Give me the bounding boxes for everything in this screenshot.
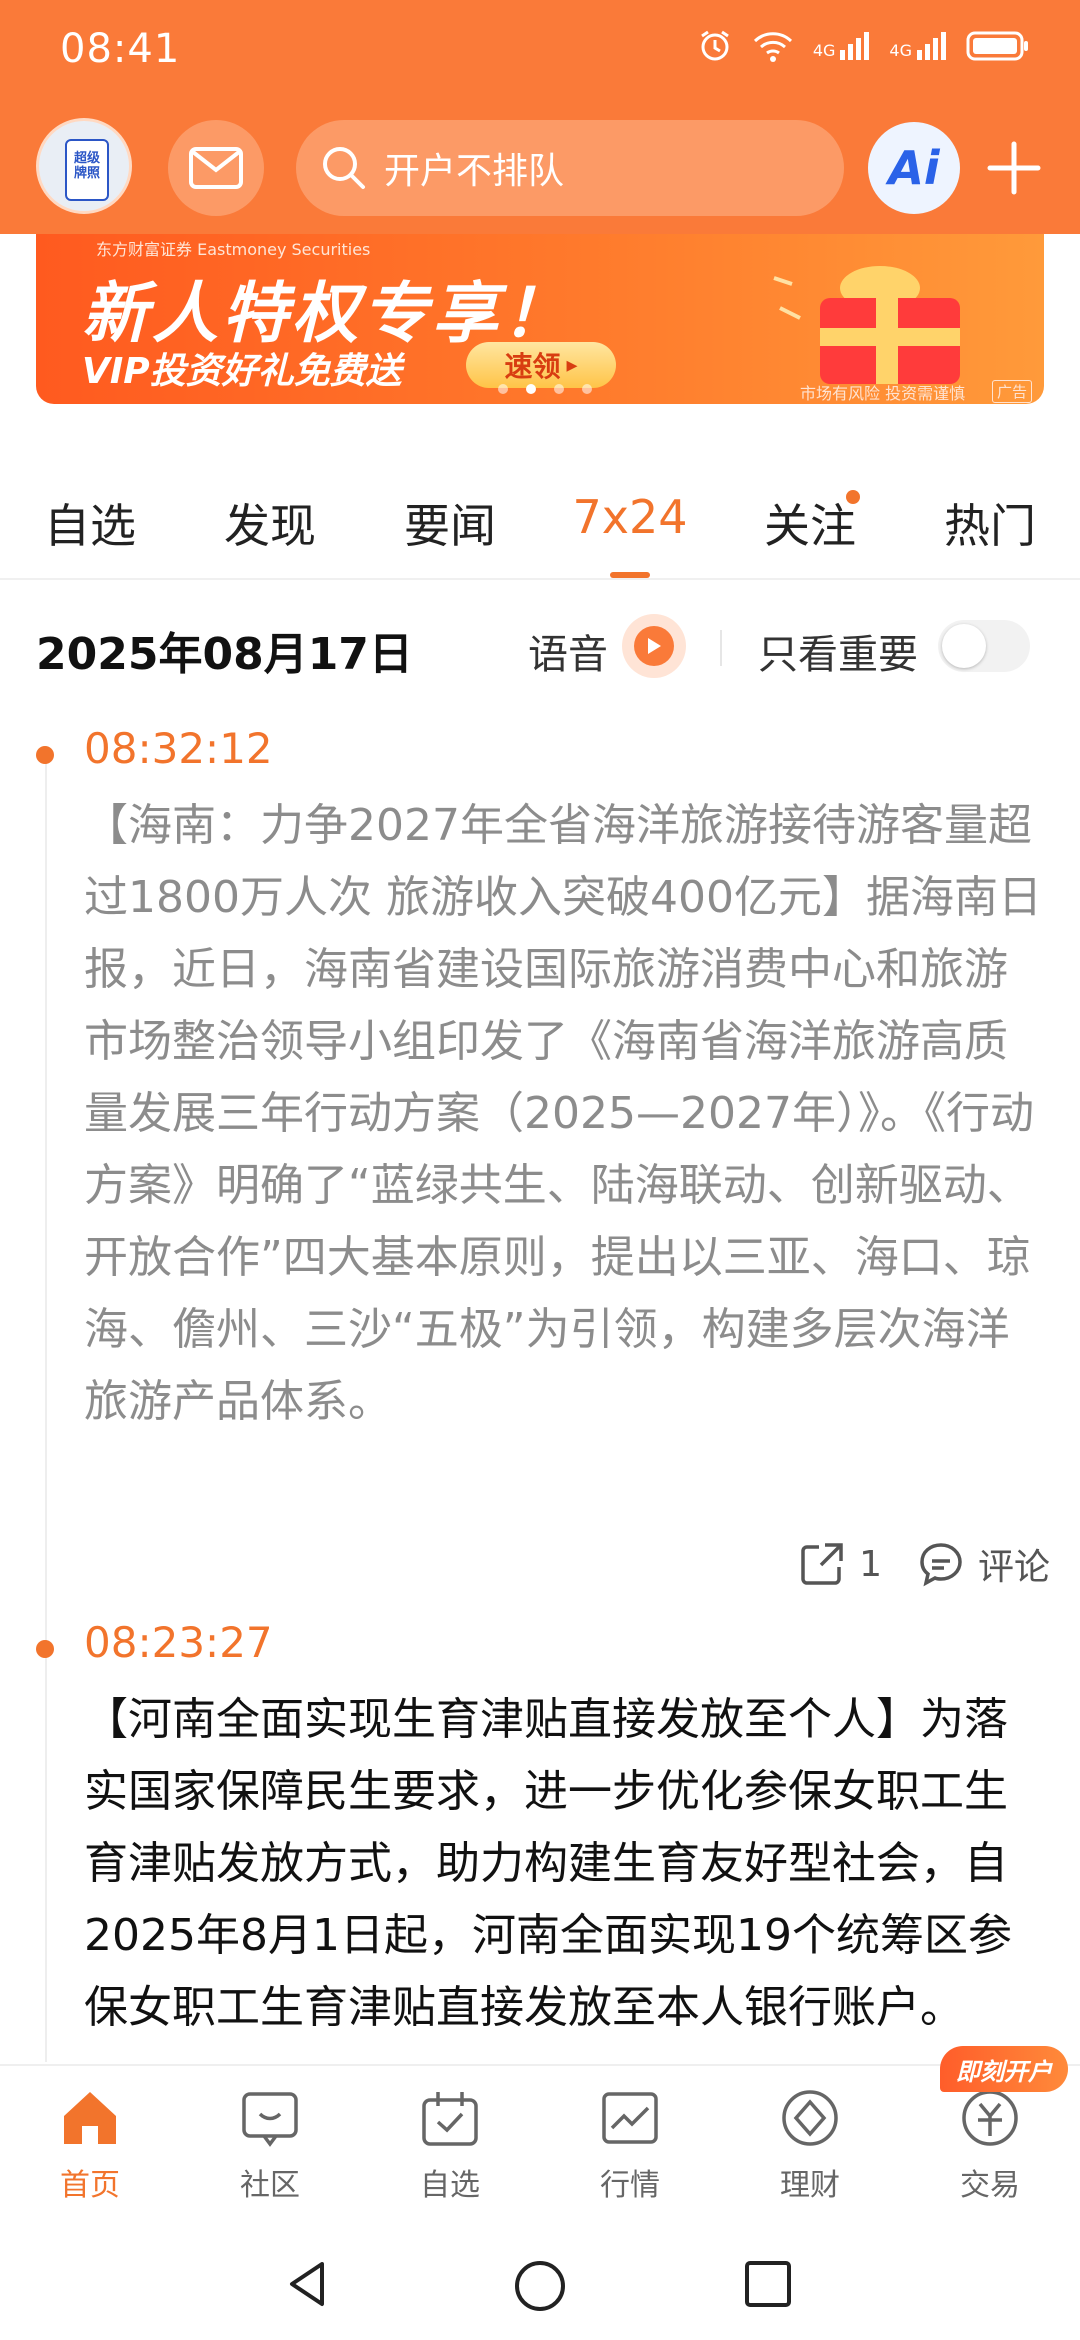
wifi-icon [753, 32, 792, 62]
battery-icon [966, 31, 1028, 61]
voice-label[interactable]: 语音 [528, 622, 608, 680]
home-icon [64, 2092, 116, 2144]
timeline-dot [36, 746, 54, 764]
important-only-label: 只看重要 [758, 632, 918, 678]
status-icons: 4G 4G [697, 28, 1030, 64]
banner-brand: 东方财富证券 Eastmoney Securities [96, 240, 371, 259]
nav-home[interactable]: 首页 [0, 2066, 180, 2224]
market-icon [602, 2092, 658, 2144]
tab-label: 7x24 [572, 490, 688, 544]
tab-7x24[interactable]: 7x24 [540, 470, 720, 580]
tab-hot[interactable]: 热门 [900, 470, 1080, 580]
share-icon [801, 1543, 843, 1585]
banner-cta-button[interactable]: 速领 ▸ [466, 342, 616, 388]
system-navigation-bar [0, 2224, 1080, 2340]
back-icon[interactable] [282, 2258, 334, 2310]
ai-assistant-button[interactable]: Ai [868, 122, 960, 214]
play-icon [648, 638, 661, 654]
timeline-dot [36, 1640, 54, 1658]
comment-label: 评论 [977, 1547, 1050, 1588]
nav-community[interactable]: 社区 [180, 2066, 360, 2224]
ad-tag: 广告 [992, 380, 1033, 403]
bottom-navigation: 首页 社区 自选 行情 理财 交易 [0, 2064, 1080, 2224]
tab-label: 发现 [224, 499, 316, 553]
search-icon [318, 142, 370, 194]
open-account-badge[interactable]: 即刻开户 [940, 2046, 1068, 2092]
trade-icon [962, 2090, 1018, 2146]
news-time: 08:32:12 [84, 724, 273, 773]
news-item-clip: 【河南全面实现生育津贴直接发放至个人】为落实国家保障民生要求，进一步优化参保女职… [0, 1684, 1080, 2064]
alarm-icon [701, 30, 729, 61]
share-count: 1 [859, 1543, 882, 1585]
date-row: 2025年08月17日 语音 只看重要 [0, 600, 1080, 690]
nav-watchlist[interactable]: 自选 [360, 2066, 540, 2224]
mail-icon [189, 147, 243, 189]
divider [0, 578, 1080, 580]
news-item-content[interactable]: 【河南全面实现生育津贴直接发放至个人】为落实国家保障民生要求，进一步优化参保女职… [84, 1684, 1048, 2044]
tab-following[interactable]: 关注 [720, 470, 900, 580]
nav-label: 理财 [780, 2168, 840, 2203]
status-time: 08:41 [60, 26, 181, 72]
home-circle-icon[interactable] [512, 2258, 568, 2314]
important-only-toggle[interactable] [938, 620, 1030, 672]
avatar-text: 超级牌照 [73, 151, 100, 181]
tab-label: 自选 [44, 499, 136, 553]
plus-icon [987, 141, 1041, 195]
signal-2-label: 4G [889, 41, 912, 60]
status-bar: 08:41 4G 4G [0, 0, 1080, 100]
community-icon [242, 2092, 298, 2147]
pagination-dot-active [526, 384, 536, 394]
tab-watchlist[interactable]: 自选 [0, 470, 180, 580]
app-header: 08:41 4G 4G 超级牌照 开户不排队 Ai [0, 0, 1080, 234]
comment-icon [920, 1543, 962, 1587]
gift-box-icon [773, 266, 960, 384]
nav-market[interactable]: 行情 [540, 2066, 720, 2224]
recents-icon[interactable] [742, 2258, 794, 2310]
tab-discover[interactable]: 发现 [180, 470, 360, 580]
signal-1-icon: 4G [813, 32, 870, 60]
nav-label: 首页 [60, 2168, 120, 2203]
search-placeholder: 开户不排队 [384, 151, 565, 192]
tab-label: 关注 [764, 499, 856, 553]
news-item-content[interactable]: 【海南：力争2027年全省海洋旅游接待游客量超过1800万人次 旅游收入突破40… [84, 790, 1048, 1438]
tab-label: 热门 [944, 499, 1036, 553]
search-input[interactable]: 开户不排队 [296, 120, 844, 216]
pagination-dot [498, 384, 508, 394]
nav-label: 自选 [420, 2168, 480, 2203]
news-time: 08:23:27 [84, 1618, 273, 1667]
news-actions: 1 评论 [760, 1534, 1050, 1594]
tab-headlines[interactable]: 要闻 [360, 470, 540, 580]
message-button[interactable] [168, 120, 264, 216]
divider [720, 630, 722, 666]
nav-label: 交易 [960, 2168, 1020, 2203]
news-tabs: 自选 发现 要闻 7x24 关注 热门 [0, 470, 1080, 580]
avatar[interactable]: 超级牌照 [36, 118, 132, 214]
banner-cta-label: 速领 [504, 350, 561, 383]
signal-1-label: 4G [812, 41, 836, 60]
voice-play-button[interactable] [622, 614, 686, 678]
banner-subtitle: VIP投资好礼免费送 [82, 351, 402, 392]
pagination-dot [554, 384, 564, 394]
comment-button[interactable]: 评论 [918, 1538, 1050, 1590]
add-button[interactable] [984, 128, 1044, 208]
nav-wealth[interactable]: 理财 [720, 2066, 900, 2224]
new-dot-badge [846, 490, 860, 504]
toggle-knob [942, 624, 986, 668]
pagination-dot [582, 384, 592, 394]
signal-2-icon: 4G [889, 32, 946, 60]
news-date: 2025年08月17日 [36, 629, 413, 680]
promo-banner[interactable]: 东方财富证券 Eastmoney Securities 新人特权专享！ VIP投… [36, 234, 1044, 404]
wealth-icon [782, 2090, 838, 2146]
share-button[interactable]: 1 [799, 1541, 882, 1587]
tab-label: 要闻 [404, 499, 496, 553]
nav-label: 行情 [600, 2168, 660, 2203]
banner-risk-note: 市场有风险 投资需谨慎 [800, 384, 966, 403]
banner-pagination [498, 384, 592, 394]
watchlist-icon [422, 2092, 478, 2146]
nav-label: 社区 [240, 2168, 300, 2203]
